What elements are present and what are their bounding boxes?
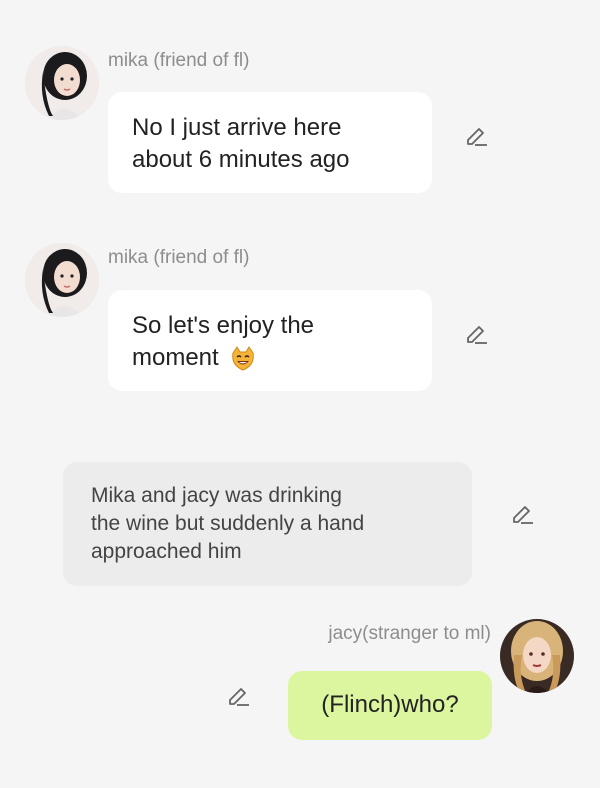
pencil-icon [513, 506, 533, 524]
message-bubble[interactable]: No I just arrive here about 6 minutes ag… [108, 92, 432, 193]
message-text-line: moment [132, 344, 219, 371]
narration-text-line: approached him [91, 540, 242, 563]
message-bubble[interactable]: So let's enjoy the moment [108, 290, 432, 391]
message-text-line: No I just arrive here [132, 114, 342, 141]
narration-text-line: the wine but suddenly a hand [91, 512, 365, 535]
female-avatar-dark-hair-icon [25, 46, 99, 120]
female-avatar-dark-hair-icon [25, 243, 99, 317]
edit-button[interactable] [508, 498, 536, 526]
pencil-icon [229, 688, 249, 706]
female-avatar-blonde-icon [500, 619, 574, 693]
avatar-jacy[interactable] [500, 619, 574, 693]
pencil-icon [467, 326, 487, 344]
sender-name: mika (friend of fl) [108, 247, 250, 268]
narration-text-line: Mika and jacy was drinking [91, 484, 342, 507]
edit-button[interactable] [462, 120, 490, 148]
message-text: (Flinch)who? [321, 691, 459, 718]
avatar-mika[interactable] [25, 46, 99, 120]
cat-smile-emoji-icon [229, 345, 257, 373]
sender-name: mika (friend of fl) [108, 50, 250, 71]
avatar-mika[interactable] [25, 243, 99, 317]
message-text-line: So let's enjoy the [132, 312, 315, 339]
narration-bubble[interactable]: Mika and jacy was drinking the wine but … [63, 462, 472, 586]
sender-name: jacy(stranger to ml) [328, 623, 491, 644]
message-text-line: about 6 minutes ago [132, 146, 350, 173]
message-bubble[interactable]: (Flinch)who? [288, 671, 492, 740]
edit-button[interactable] [462, 318, 490, 346]
edit-button[interactable] [224, 680, 252, 708]
pencil-icon [467, 128, 487, 146]
